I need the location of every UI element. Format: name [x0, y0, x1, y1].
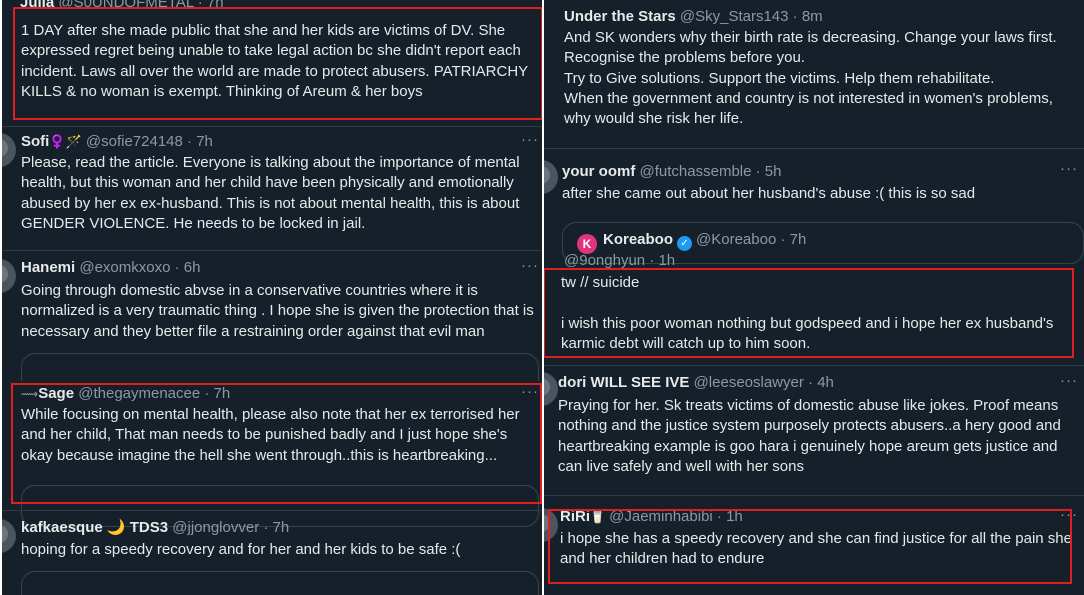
left-screenshot-panel: Julia @S0UNDOFMETAL · 7h 1 DAY after she…	[2, 0, 542, 595]
tweet-header: dori WILL SEE IVE @leeseoslawyer · 4h	[558, 374, 834, 392]
tweet-your-oomf[interactable]: your oomf @futchassemble · 5h ··· after …	[544, 150, 1084, 264]
timestamp[interactable]: · 1h	[649, 252, 675, 269]
timestamp[interactable]: · 7h	[263, 519, 289, 536]
timestamp[interactable]: · 5h	[756, 163, 782, 180]
tweet-text: Going through domestic abvse in a conser…	[21, 282, 534, 340]
display-name[interactable]: Sofi	[21, 133, 49, 150]
tweet-under-the-stars[interactable]: Under the Stars @Sky_Stars143 · 8m And S…	[544, 0, 1084, 145]
user-handle[interactable]: @jjonglovver	[172, 519, 259, 536]
quoted-user-handle[interactable]: @Koreaboo	[696, 231, 776, 248]
display-name[interactable]: your oomf	[562, 163, 635, 180]
tweet-text: Please, read the article. Everyone is ta…	[21, 154, 520, 232]
tweet-dori[interactable]: dori WILL SEE IVE @leeseoslawyer · 4h ··…	[544, 366, 1084, 496]
name-emoji: ♀️🪄	[49, 134, 82, 149]
timestamp[interactable]: · 7h	[187, 133, 213, 150]
more-options-icon[interactable]: ···	[1060, 372, 1078, 389]
user-handle[interactable]: @futchassemble	[640, 163, 752, 180]
user-handle[interactable]: @exomkxoxo	[79, 259, 170, 276]
more-options-icon[interactable]: ···	[1060, 160, 1078, 177]
more-options-icon[interactable]: ···	[521, 257, 539, 274]
quoted-tweet-card[interactable]	[21, 571, 539, 595]
timestamp[interactable]: · 4h	[808, 374, 834, 391]
display-name[interactable]: Under the Stars	[564, 8, 676, 25]
verified-badge-icon: ✓	[677, 236, 693, 251]
display-name[interactable]: Hanemi	[21, 259, 75, 276]
avatar[interactable]	[2, 519, 16, 553]
tweet-text: Praying for her. Sk treats victims of do…	[558, 397, 1061, 475]
timestamp[interactable]: · 8m	[793, 8, 823, 25]
tweet-text: hoping for a speedy recovery and for her…	[21, 541, 461, 558]
user-handle[interactable]: @9onghyun	[564, 252, 645, 269]
tweet-header: your oomf @futchassemble · 5h	[562, 163, 782, 181]
more-options-icon[interactable]: ···	[521, 131, 539, 148]
tweet-hanemi[interactable]: Hanemi @exomkxoxo · 6h ··· Going through…	[2, 251, 542, 395]
tweet-header: Sofi♀️🪄 @sofie724148 · 7h	[21, 133, 213, 151]
display-name[interactable]: dori WILL SEE IVE	[558, 374, 689, 391]
highlight-box	[13, 7, 542, 120]
user-handle[interactable]: @Sky_Stars143	[680, 8, 789, 25]
highlight-box	[548, 509, 1072, 584]
avatar[interactable]	[2, 133, 16, 167]
user-handle[interactable]: @leeseoslawyer	[694, 374, 804, 391]
quoted-timestamp[interactable]: · 7h	[780, 231, 806, 248]
avatar[interactable]	[2, 259, 16, 293]
display-name-suffix: TDS3	[129, 519, 169, 536]
divider	[544, 495, 1084, 496]
tweet-sofi[interactable]: Sofi♀️🪄 @sofie724148 · 7h ··· Please, re…	[2, 127, 542, 252]
avatar[interactable]	[544, 160, 558, 194]
quoted-display-name[interactable]: Koreaboo	[603, 231, 673, 248]
tweet-header: Hanemi @exomkxoxo · 6h	[21, 259, 200, 277]
divider	[544, 148, 1084, 149]
right-screenshot-panel: Under the Stars @Sky_Stars143 · 8m And S…	[544, 0, 1084, 595]
highlight-box	[11, 383, 542, 504]
name-emoji: 🌙	[106, 519, 126, 536]
avatar[interactable]	[544, 372, 558, 406]
tweet-text: after she came out about her husband's a…	[562, 185, 976, 202]
user-handle[interactable]: @sofie724148	[86, 133, 183, 150]
tweet-kafkaesque[interactable]: kafkaesque 🌙 TDS3 @jjonglovver · 7h hopi…	[2, 511, 542, 595]
display-name[interactable]: kafkaesque	[21, 519, 103, 536]
timestamp[interactable]: · 6h	[175, 259, 201, 276]
tweet-text: And SK wonders why their birth rate is d…	[564, 29, 1057, 128]
tweet-header: kafkaesque 🌙 TDS3 @jjonglovver · 7h	[21, 519, 289, 537]
highlight-box	[544, 268, 1074, 358]
tweet-header: Under the Stars @Sky_Stars143 · 8m	[564, 8, 823, 26]
